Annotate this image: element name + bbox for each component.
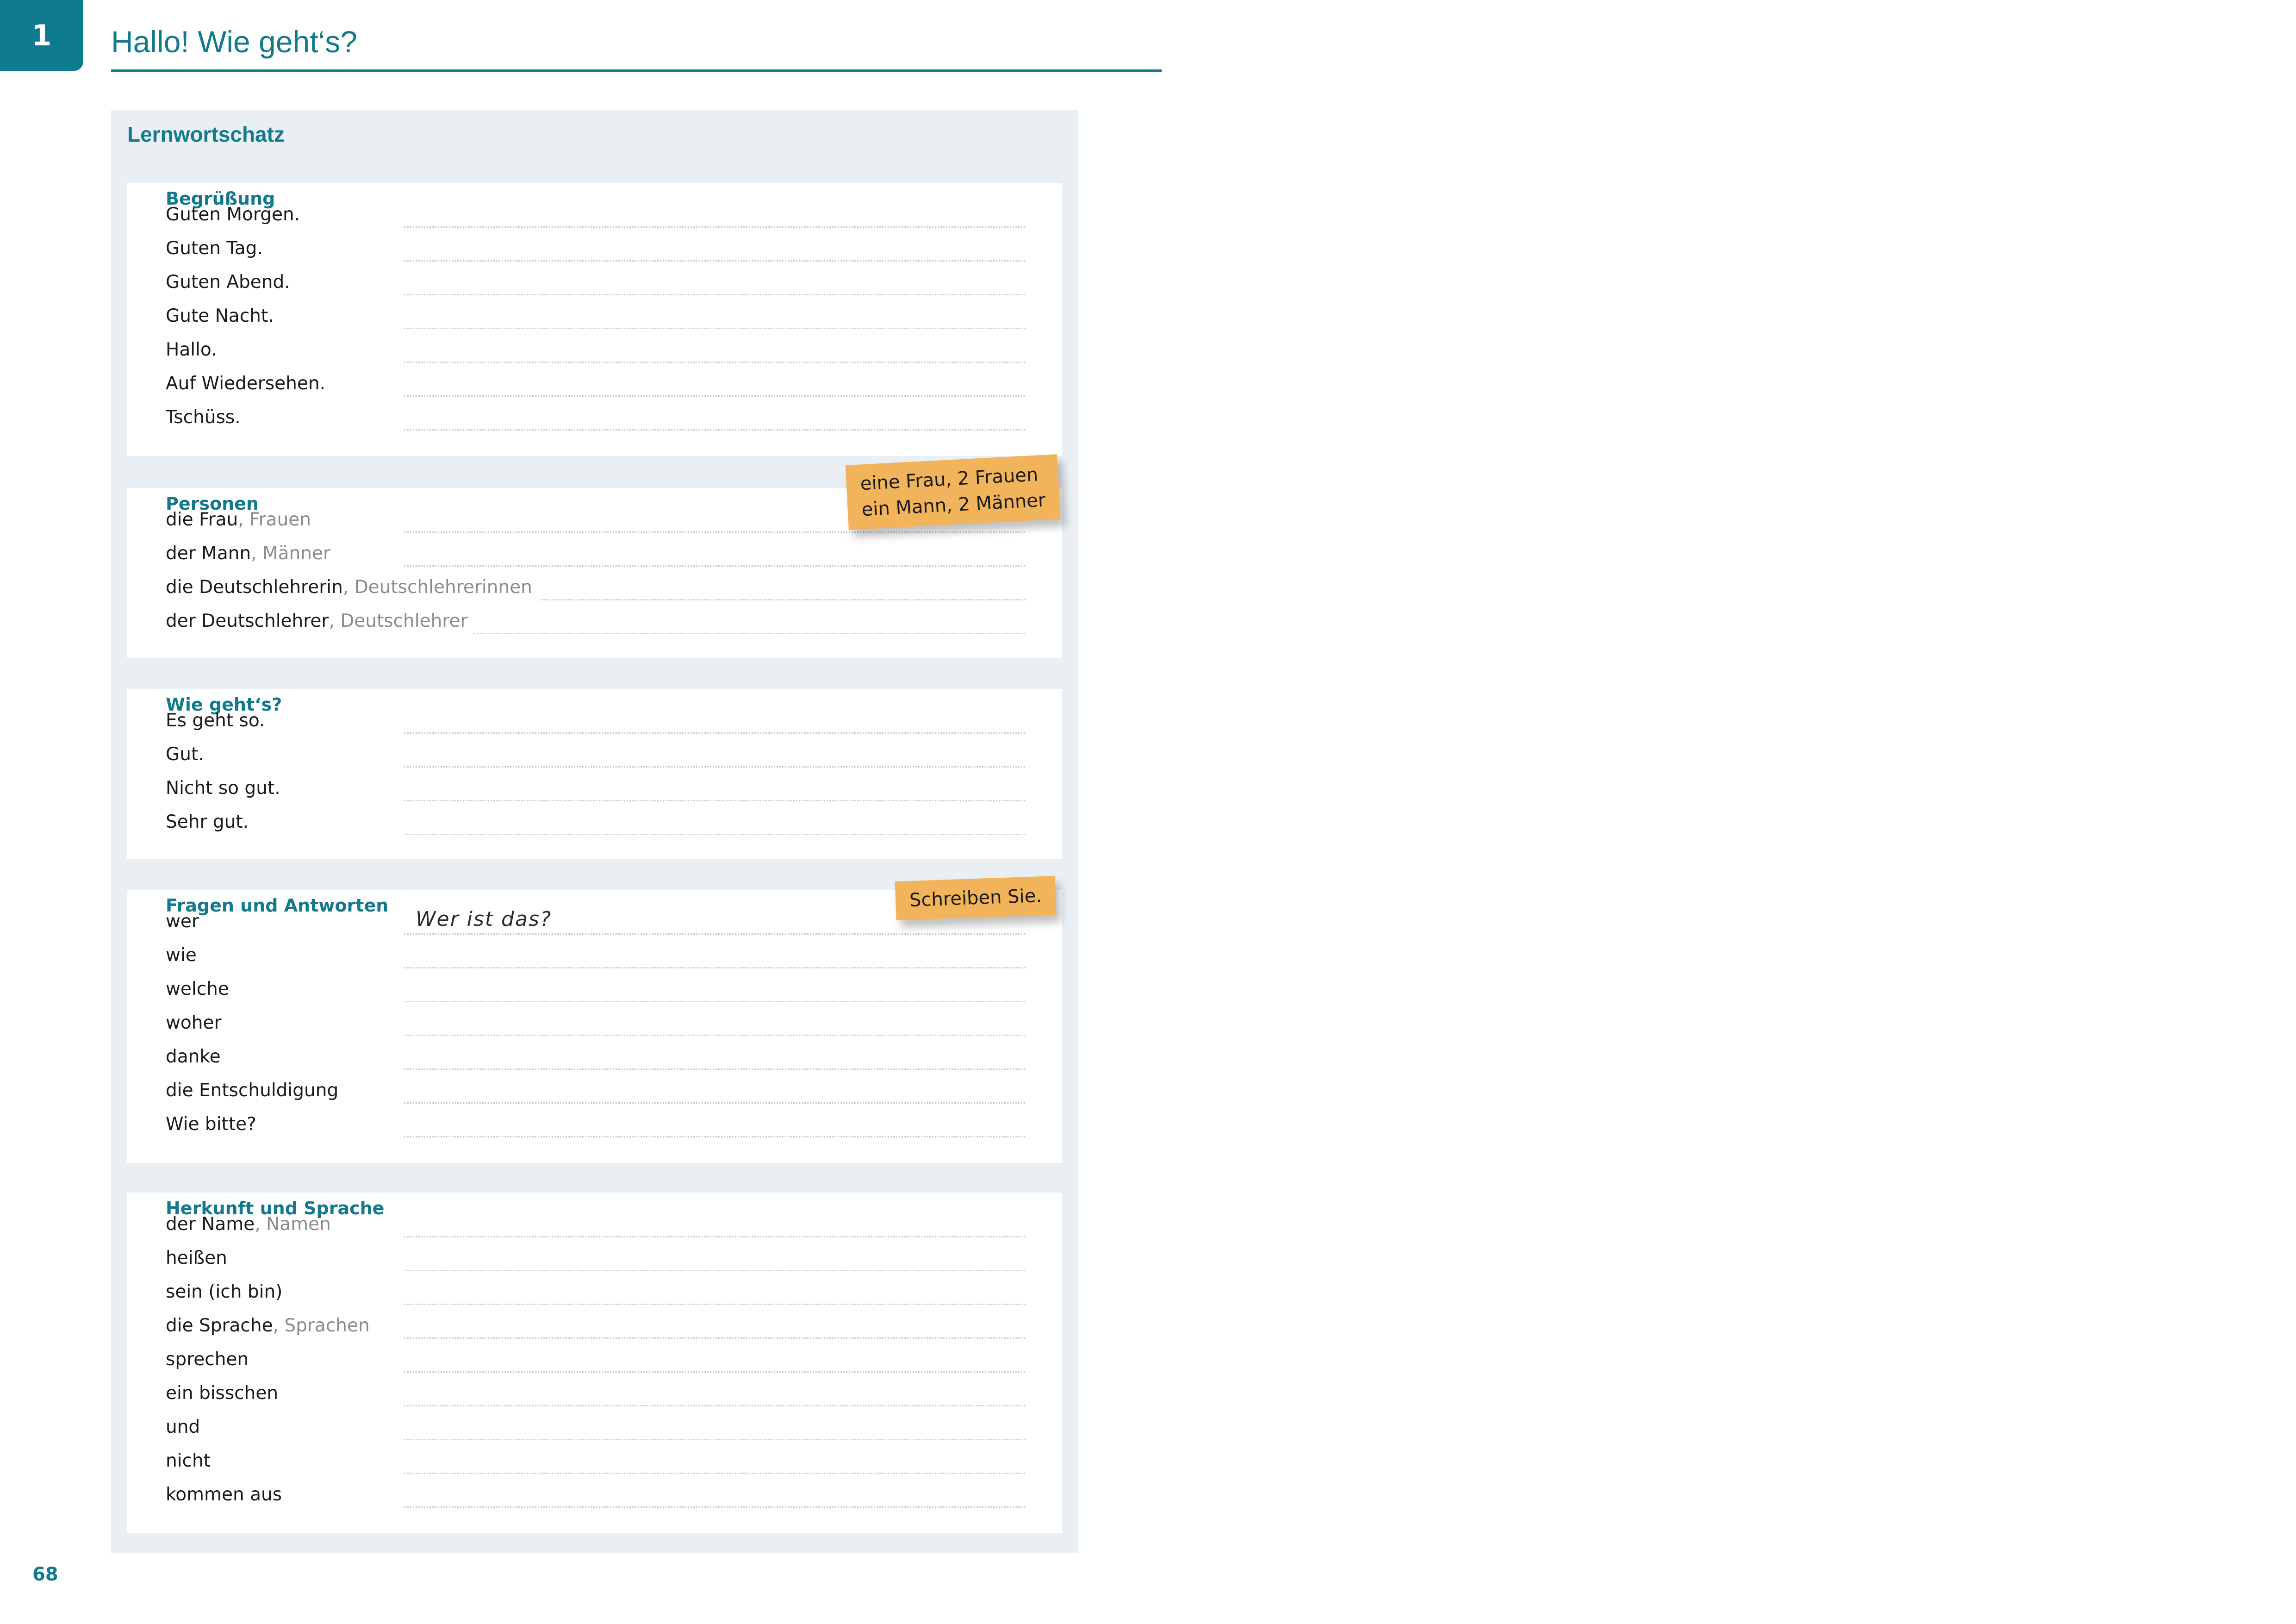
vocab-row: Es geht so. [166,700,1025,734]
vocab-row: Nicht so gut. [166,768,1025,801]
vocab-word: die Entschuldigung [166,1080,339,1101]
vocab-word: Gute Nacht. [166,306,274,326]
vocab-word: sein (ich bin) [166,1281,283,1302]
page-title: Hallo! Wie geht‘s? [111,25,357,59]
chapter-number-tab: 1 [0,0,83,71]
vocab-word: heißen [166,1248,227,1268]
plural-form: , Deutschlehrer [329,611,468,631]
note-line: Schreiben Sie. [909,885,1042,911]
vocab-row: wie [166,935,1025,968]
vocab-word: danke [166,1046,221,1067]
vocab-word: Guten Tag. [166,238,263,259]
vocab-row: danke [166,1036,1025,1070]
vocab-word: nicht [166,1450,211,1471]
vocab-word: Wie bitte? [166,1114,256,1135]
vocab-word: die Deutschlehrerin, Deutschlehrerinnen [166,577,532,598]
vocab-row: nicht [166,1440,1025,1474]
vocab-row: der Mann, Männer [166,533,1025,567]
vocab-word: und [166,1417,200,1437]
answer-line[interactable] [404,429,1025,431]
vocab-word: ein bisschen [166,1383,279,1404]
vocab-word: der Name, Namen [166,1214,331,1235]
vocab-row: Wie bitte? [166,1104,1025,1137]
panel-title: Lernwortschatz [127,122,285,146]
vocab-word: der Deutschlehrer, Deutschlehrer [166,611,468,631]
plural-form: , Männer [251,543,330,564]
page-number: 68 [32,1564,58,1585]
vocab-row: Hallo. [166,329,1025,363]
vocab-word: woher [166,1012,222,1033]
vocab-row: ein bisschen [166,1373,1025,1406]
vocab-row: Guten Tag. [166,228,1025,262]
vocab-word: Guten Morgen. [166,204,300,225]
vocab-word: Es geht so. [166,710,265,731]
vocab-row: welche [166,968,1025,1002]
vocab-word: wie [166,945,197,966]
section-greetings: Begrüßung Guten Morgen. Guten Tag. Guten… [127,183,1062,456]
vocab-row: kommen aus [166,1474,1025,1508]
vocab-row: Sehr gut. [166,801,1025,835]
vocab-word: Hallo. [166,339,217,360]
vocab-word: Guten Abend. [166,272,290,293]
vocab-row: die Deutschlehrerin, Deutschlehrerinnen [166,567,1025,600]
vocab-row: Tschüss. [166,397,1025,431]
vocab-row: und [166,1406,1025,1440]
write-hint-note: Schreiben Sie. [895,875,1057,921]
vocab-row: Guten Morgen. [166,194,1025,228]
title-underline [111,69,1162,72]
vocab-word: Gut. [166,744,204,765]
vocab-row: die Sprache, Sprachen [166,1305,1025,1339]
answer-line[interactable] [404,1136,1025,1137]
section-questions-answers: Fragen und Antworten wer Wer ist das? wi… [127,890,1062,1163]
vocab-row: sprechen [166,1339,1025,1373]
section-how-are-you: Wie geht‘s? Es geht so. Gut. Nicht so gu… [127,689,1062,859]
vocab-row: die Entschuldigung [166,1070,1025,1104]
answer-line[interactable] [404,834,1025,835]
vocab-word: sprechen [166,1349,249,1370]
vocab-row: der Deutschlehrer, Deutschlehrer [166,600,1025,634]
vocab-word: kommen aus [166,1484,282,1505]
vocab-word: welche [166,979,229,999]
section-origin-language: Herkunft und Sprache der Name, Namen hei… [127,1193,1062,1533]
vocab-word: Nicht so gut. [166,778,280,799]
plural-hint-note: eine Frau, 2 Frauen ein Mann, 2 Männer [845,454,1061,530]
vocab-word: die Sprache, Sprachen [166,1315,370,1336]
answer-line[interactable] [473,633,1025,634]
vocab-row: Gut. [166,734,1025,768]
vocab-row: Auf Wiedersehen. [166,363,1025,397]
vocab-row: sein (ich bin) [166,1271,1025,1305]
plural-form: , Deutschlehrerinnen [342,577,532,598]
handwritten-answer: Wer ist das? [416,907,552,931]
vocab-word: Sehr gut. [166,812,249,832]
vocab-row: heißen [166,1237,1025,1271]
vocab-row: der Name, Namen [166,1204,1025,1237]
chapter-number: 1 [31,19,52,52]
vocab-word: Auf Wiedersehen. [166,373,325,394]
vocab-word: die Frau, Frauen [166,509,311,530]
vocab-word: Tschüss. [166,407,241,428]
plural-form: , Frauen [238,509,311,530]
vocab-word: der Mann, Männer [166,543,330,564]
plural-form: , Sprachen [273,1315,370,1336]
vocab-row: woher [166,1002,1025,1036]
vocabulary-panel: Lernwortschatz Begrüßung Guten Morgen. G… [111,110,1078,1553]
vocab-row: Gute Nacht. [166,295,1025,329]
vocab-word: wer [166,911,199,932]
plural-form: , Namen [255,1214,331,1235]
vocab-row: Guten Abend. [166,262,1025,295]
answer-line[interactable] [404,1506,1025,1508]
